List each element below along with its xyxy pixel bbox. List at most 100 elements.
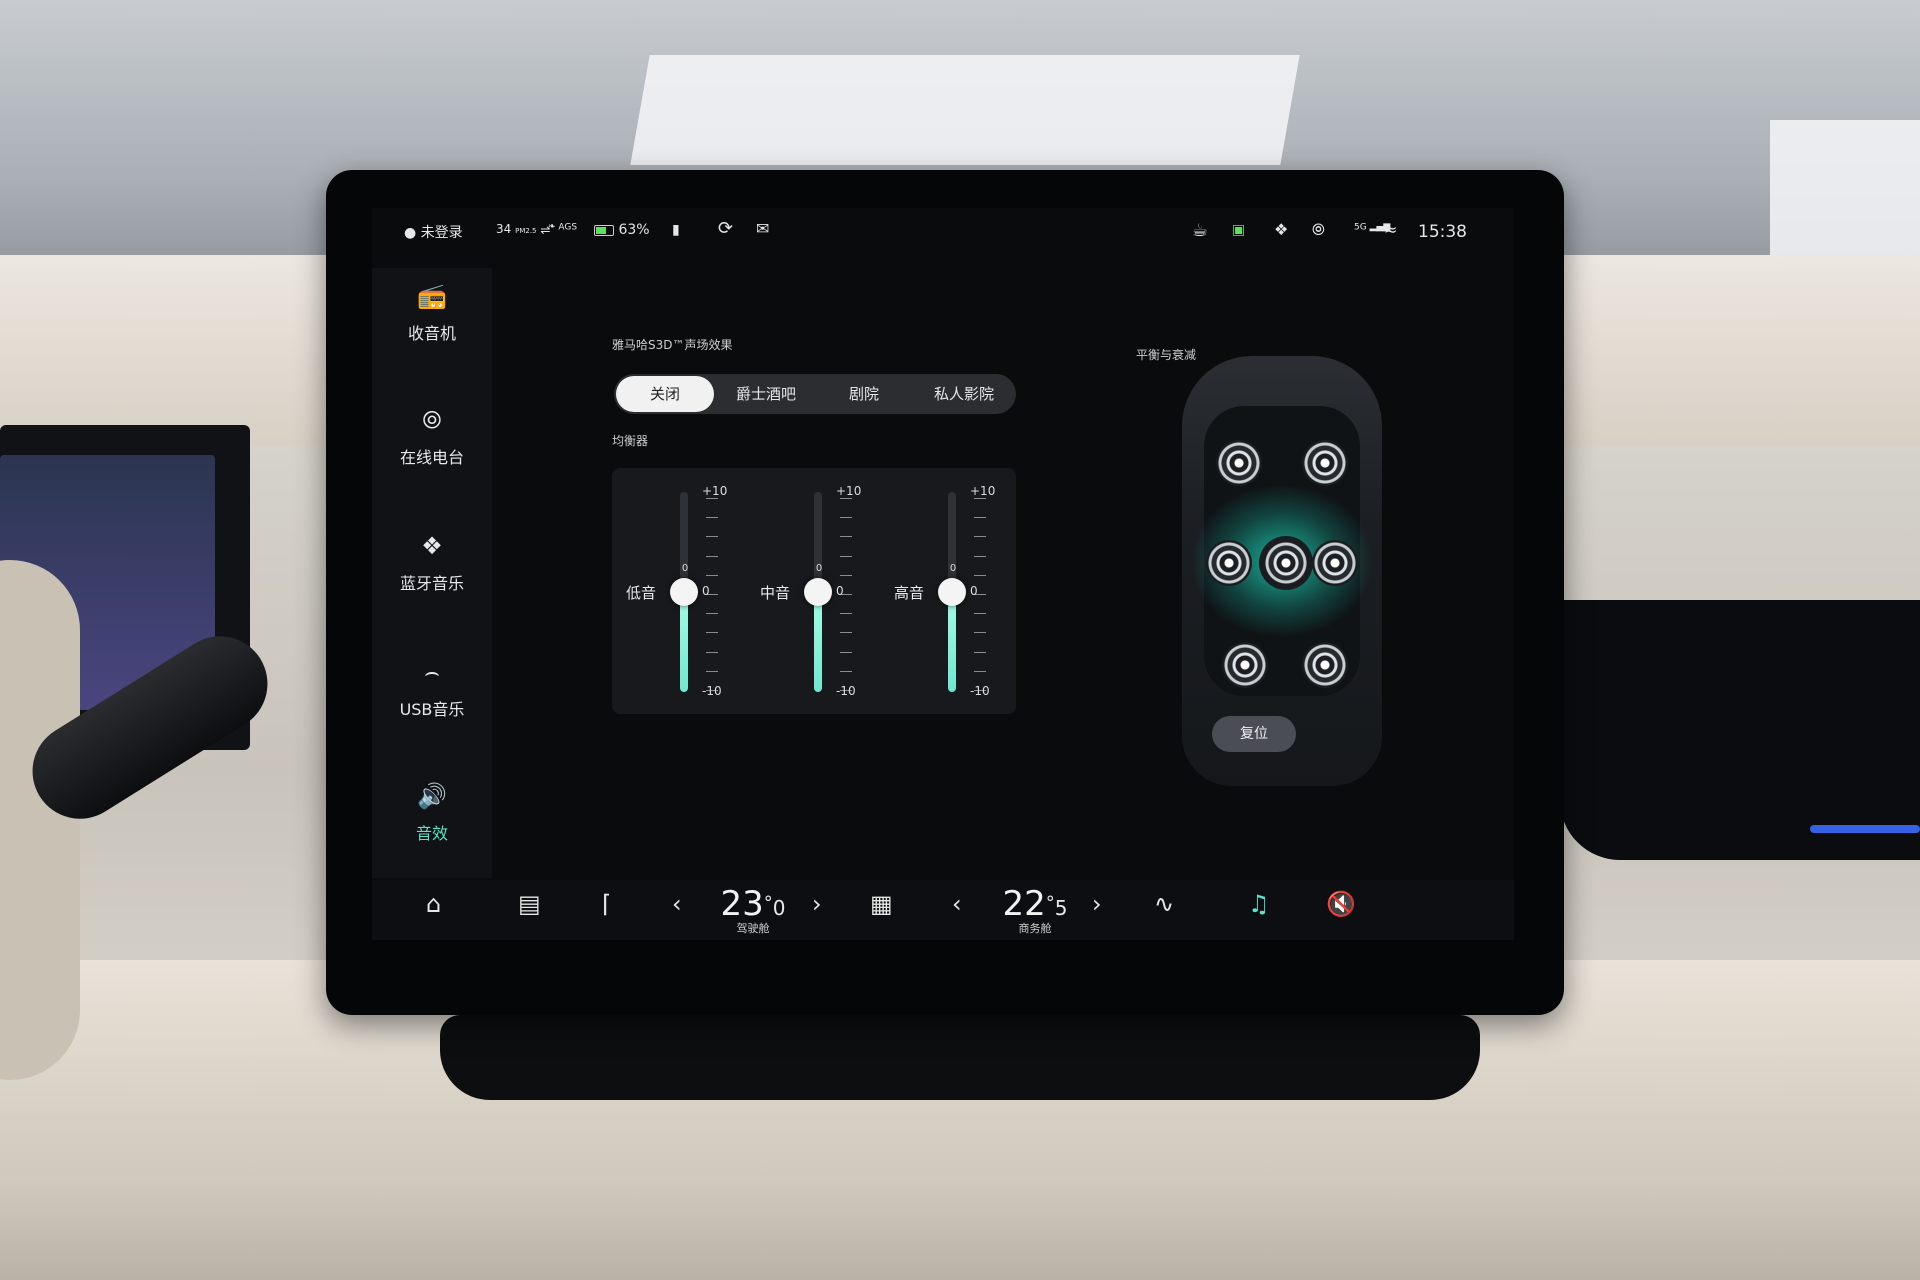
seat-icon[interactable]: ⌈ (602, 890, 611, 918)
speaker-rear-left-icon (1222, 642, 1268, 688)
sidebar-item-label: USB音乐 (399, 700, 465, 719)
sidebar-item-radio[interactable]: 📻 收音机 (372, 268, 492, 378)
sidebar-item-bluetooth-music[interactable]: ❖ 蓝牙音乐 (372, 518, 492, 628)
speaker-mid-left-icon (1206, 540, 1252, 586)
usb-icon: ⌢ (424, 658, 440, 686)
passenger-zone-label: 商务舱 (1018, 922, 1052, 935)
eq-tick (974, 574, 986, 576)
sync-icon[interactable]: ⟳ (718, 218, 733, 239)
mail-icon[interactable]: ✉ (756, 219, 769, 238)
radio-icon: 📻 (417, 282, 447, 310)
screen-cast-icon[interactable]: ▣ (1232, 222, 1245, 238)
sound-effect-option-off[interactable]: 关闭 (616, 376, 714, 412)
eq-band-label: 高音 (894, 584, 925, 602)
eq-tick (974, 498, 986, 499)
apps-grid-icon[interactable]: ▦ (870, 890, 893, 918)
sidebar-item-sound-effect[interactable]: 🔊 音效 (372, 768, 492, 878)
eq-tick (840, 555, 852, 557)
balance-fader-car[interactable]: 复位 (1152, 356, 1412, 786)
clock: 15:38 (1418, 222, 1467, 242)
car-icon[interactable]: ▤ (518, 890, 541, 918)
bluetooth-icon: ❖ (421, 532, 443, 560)
speaker-mid-right-icon (1312, 540, 1358, 586)
user-icon: ● (404, 225, 417, 241)
ambient-light (1810, 825, 1920, 833)
ags-label: AGS (558, 222, 578, 233)
sound-effect-title: 雅马哈S3D™声场效果 (612, 338, 733, 352)
home-icon[interactable]: ⌂ (426, 890, 441, 918)
sound-effect-option-private-cinema[interactable]: 私人影院 (912, 374, 1016, 414)
speaker-front-right-icon (1302, 440, 1348, 486)
eq-top-zero-label: 0 (949, 563, 957, 574)
sound-effect-option-jazz-bar[interactable]: 爵士酒吧 (716, 374, 816, 414)
sidebar-item-online-radio[interactable]: ⦾ 在线电台 (372, 392, 492, 502)
driver-zone-label: 驾驶舱 (736, 922, 770, 935)
passenger-temperature[interactable]: 22°5 商务舱 (980, 884, 1090, 936)
eq-min-label: -10 (836, 684, 856, 698)
eq-tick (706, 651, 718, 653)
driver-temp-unit: ° (763, 892, 773, 914)
sound-effect-selector: 关闭 爵士酒吧 剧院 私人影院 (614, 374, 1016, 414)
eq-slider-fill (948, 592, 956, 692)
driver-temp-down-icon[interactable]: ‹ (672, 890, 682, 918)
camera-icon[interactable]: ▮ (672, 222, 680, 238)
eq-tick (974, 517, 986, 519)
eq-max-label: +10 (836, 484, 862, 498)
source-sidebar: 📻 收音机 ⦾ 在线电台 ❖ 蓝牙音乐 ⌢ USB音乐 🔊 音效 (372, 268, 492, 878)
eq-tick (706, 536, 718, 538)
eq-top-zero-label: 0 (815, 563, 823, 574)
eq-band-bass: 低音 0 +10 0 -10 (612, 468, 746, 714)
driver-temp-up-icon[interactable]: › (812, 890, 822, 918)
eq-max-label: +10 (702, 484, 728, 498)
user-status[interactable]: ● 未登录 (404, 222, 463, 242)
eq-tick (706, 613, 718, 615)
eq-tick (706, 517, 718, 519)
driver-temp-dec: 0 (772, 896, 786, 920)
reset-button[interactable]: 复位 (1212, 716, 1296, 752)
eq-tick (706, 574, 718, 576)
eq-top-zero-label: 0 (681, 563, 689, 574)
eq-slider-fill (680, 592, 688, 692)
passenger-temp-down-icon[interactable]: ‹ (952, 890, 962, 918)
rear-defrost-icon[interactable]: ∿ (1154, 890, 1174, 918)
trim-panel (1560, 600, 1920, 860)
passenger-temp-up-icon[interactable]: › (1092, 890, 1102, 918)
eq-tick (840, 632, 852, 634)
eq-tick (840, 670, 852, 672)
eq-slider-thumb[interactable] (670, 578, 698, 606)
sound-effect-option-theater[interactable]: 剧院 (816, 374, 912, 414)
eq-tick (840, 517, 852, 519)
podcast-icon: ⦾ (422, 406, 442, 434)
battery-percent: 63% (618, 222, 650, 238)
eq-tick (974, 670, 986, 672)
eq-slider-thumb[interactable] (804, 578, 832, 606)
eq-band-label: 低音 (626, 584, 657, 602)
eq-tick (974, 613, 986, 615)
pm25-status: 34 PM2.5 ⇌ (496, 222, 550, 237)
eq-tick (840, 651, 852, 653)
user-label: 未登录 (420, 225, 463, 241)
eq-band-mid: 中音 0 +10 0 -10 (746, 468, 880, 714)
passenger-temp-unit: ° (1045, 892, 1055, 914)
eq-slider-fill (814, 592, 822, 692)
air-vent (440, 1015, 1480, 1100)
eq-tick (840, 498, 852, 499)
eq-mid-label: 0 (970, 584, 978, 598)
eq-tick (706, 632, 718, 634)
battery-status: 63% (594, 222, 650, 238)
coffee-icon[interactable]: ☕ (1192, 220, 1208, 241)
eq-tick (706, 670, 718, 672)
eq-mid-label: 0 (702, 584, 710, 598)
eq-band-treble: 高音 0 +10 0 -10 (880, 468, 1014, 714)
driver-temperature[interactable]: 23°0 驾驶舱 (698, 884, 808, 936)
music-icon[interactable]: ♫ (1248, 890, 1270, 918)
eq-tick (840, 536, 852, 538)
eq-tick (840, 613, 852, 615)
eq-tick (974, 536, 986, 538)
eq-slider-thumb[interactable] (938, 578, 966, 606)
sidebar-item-usb-music[interactable]: ⌢ USB音乐 (372, 644, 492, 754)
leaf-icon: ❧ (548, 222, 556, 232)
mute-icon[interactable]: 🔇 (1326, 890, 1356, 918)
sound-focus-handle[interactable] (1259, 536, 1313, 590)
pm25-value: 34 (496, 222, 512, 236)
